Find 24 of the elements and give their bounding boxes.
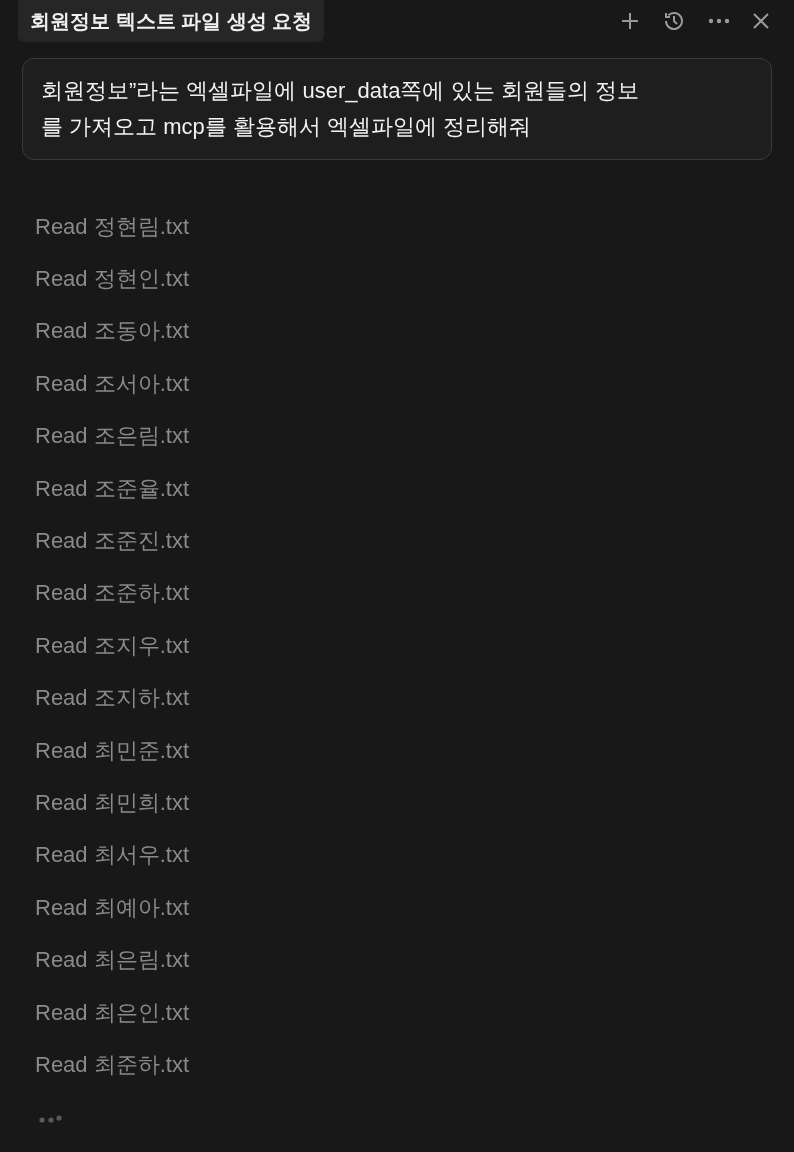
- step-text: Read 최민준.txt: [35, 736, 190, 765]
- step-text: Read 조지하.txt: [35, 684, 190, 713]
- step-text: Read 정현인.txt: [35, 265, 190, 294]
- step-text: Read 최민희.txt: [35, 789, 190, 817]
- step-text: Read 조은림.txt: [35, 422, 190, 451]
- step-text: Read 조준율.txt: [35, 474, 190, 503]
- step-text: Read 최은림.txt: [35, 946, 190, 975]
- step-text: Read 조동아.txt: [35, 317, 190, 346]
- step-text: Read 최준하.txt: [35, 1050, 190, 1079]
- step-text: Read 최서우.txt: [35, 841, 190, 870]
- step-text: Read 최은인.txt: [35, 998, 190, 1027]
- more-icon[interactable]: [708, 18, 730, 24]
- step-text: Read 조준진.txt: [35, 527, 190, 556]
- plus-icon[interactable]: [620, 11, 640, 31]
- prompt-message: 회원정보”라는 엑셀파일에 user_data쪽에 있는 회원들의 정보 를 가져오고 mcp를 활용해서 엑셀파일에 정리해줘: [22, 58, 772, 160]
- loading-dots-icon: [39, 1114, 63, 1123]
- step-text: Read 조지우.txt: [35, 631, 190, 660]
- step-text: Read 정현림.txt: [35, 212, 190, 241]
- step-text: Read 최예아.txt: [35, 893, 190, 922]
- chat-tab[interactable]: 회원정보 텍스트 파일 생성 요청: [18, 0, 325, 42]
- step-text: Read 조준하.txt: [35, 579, 190, 608]
- history-icon[interactable]: [662, 9, 686, 33]
- step-text: Read 조서아.txt: [35, 369, 190, 398]
- close-icon[interactable]: [752, 12, 770, 30]
